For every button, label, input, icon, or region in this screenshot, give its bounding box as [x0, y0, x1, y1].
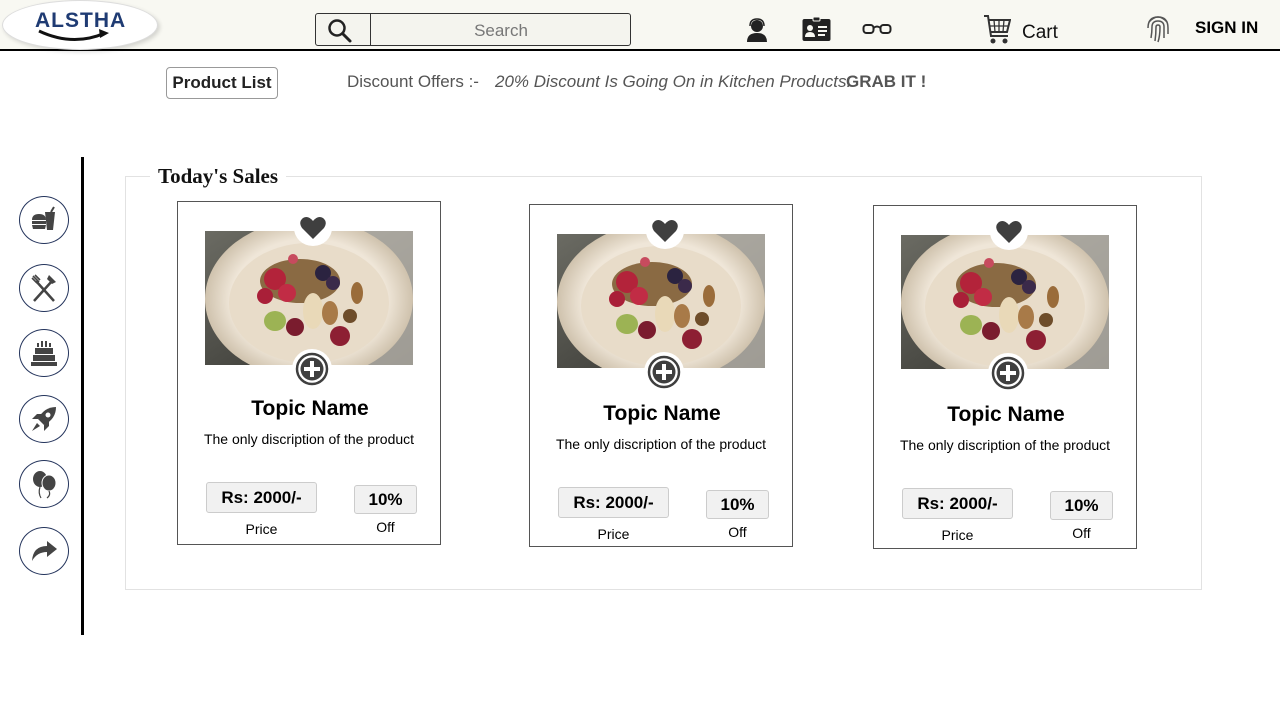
search-icon[interactable]	[327, 18, 353, 44]
discount-offer-text: 20% Discount Is Going On in Kitchen Prod…	[495, 72, 852, 91]
sign-in-link[interactable]: SIGN IN	[1195, 18, 1258, 38]
discount-value: 10%	[354, 485, 417, 514]
product-image[interactable]	[557, 234, 765, 368]
sidebar-item-fast-food[interactable]	[19, 196, 69, 244]
product-description: The only discription of the product	[203, 431, 415, 447]
sidebar-item-party[interactable]	[19, 460, 69, 508]
add-to-cart-plus-icon[interactable]	[292, 349, 332, 389]
product-list-button[interactable]: Product List	[166, 67, 278, 99]
discount-offers-label: Discount Offers :-	[347, 72, 479, 91]
price-label: Price	[941, 527, 974, 543]
product-image[interactable]	[901, 235, 1109, 369]
cake-icon	[31, 341, 57, 366]
grab-it-link[interactable]: GRAB IT !	[846, 72, 926, 92]
price-value: Rs: 2000/-	[902, 488, 1013, 519]
fork-knife-icon	[31, 274, 56, 302]
glasses-icon[interactable]	[862, 22, 892, 36]
logo[interactable]: ALSTHA	[2, 0, 158, 50]
cart-label[interactable]: Cart	[1022, 22, 1058, 44]
search-bar	[315, 13, 631, 46]
discount-value: 10%	[706, 490, 769, 519]
cart-icon[interactable]	[983, 14, 1011, 46]
sidebar-item-share[interactable]	[19, 527, 69, 575]
product-image[interactable]	[205, 231, 413, 365]
favorite-heart-icon[interactable]	[646, 213, 684, 249]
product-card[interactable]: Topic Name The only discription of the p…	[529, 204, 793, 547]
price-label: Price	[245, 521, 278, 537]
price-value: Rs: 2000/-	[558, 487, 669, 518]
discount-label: Off	[728, 524, 747, 540]
sidebar-divider	[81, 157, 84, 635]
balloons-icon	[33, 471, 57, 499]
product-description: The only discription of the product	[899, 437, 1111, 453]
section-title: Today's Sales	[150, 164, 287, 189]
product-name: Topic Name	[947, 403, 1065, 426]
share-arrow-icon	[32, 541, 57, 561]
price-label: Price	[597, 526, 630, 542]
fingerprint-icon[interactable]	[1145, 12, 1171, 44]
sidebar-item-restaurant[interactable]	[19, 264, 69, 312]
top-header: ALSTHA Search Cart SIGN IN	[0, 0, 1280, 51]
product-name: Topic Name	[251, 397, 369, 420]
add-to-cart-plus-icon[interactable]	[988, 353, 1028, 393]
product-card[interactable]: Topic Name The only discription of the p…	[873, 205, 1137, 549]
search-input[interactable]	[374, 15, 628, 46]
product-description: The only discription of the product	[555, 436, 767, 452]
discount-label: Off	[1072, 525, 1091, 541]
support-agent-icon[interactable]	[746, 18, 768, 42]
sidebar-item-cakes[interactable]	[19, 329, 69, 377]
fast-food-icon	[32, 206, 55, 230]
favorite-heart-icon[interactable]	[294, 210, 332, 246]
search-divider	[370, 13, 371, 46]
logo-arrow-icon	[38, 29, 109, 42]
product-card[interactable]: Topic Name The only discription of the p…	[177, 201, 441, 545]
discount-label: Off	[376, 519, 395, 535]
rocket-icon	[32, 407, 56, 431]
sidebar-item-launch[interactable]	[19, 395, 69, 443]
favorite-heart-icon[interactable]	[990, 214, 1028, 250]
contact-card-icon[interactable]	[802, 17, 831, 41]
discount-value: 10%	[1050, 491, 1113, 520]
add-to-cart-plus-icon[interactable]	[644, 352, 684, 392]
price-value: Rs: 2000/-	[206, 482, 317, 513]
product-name: Topic Name	[603, 402, 721, 425]
